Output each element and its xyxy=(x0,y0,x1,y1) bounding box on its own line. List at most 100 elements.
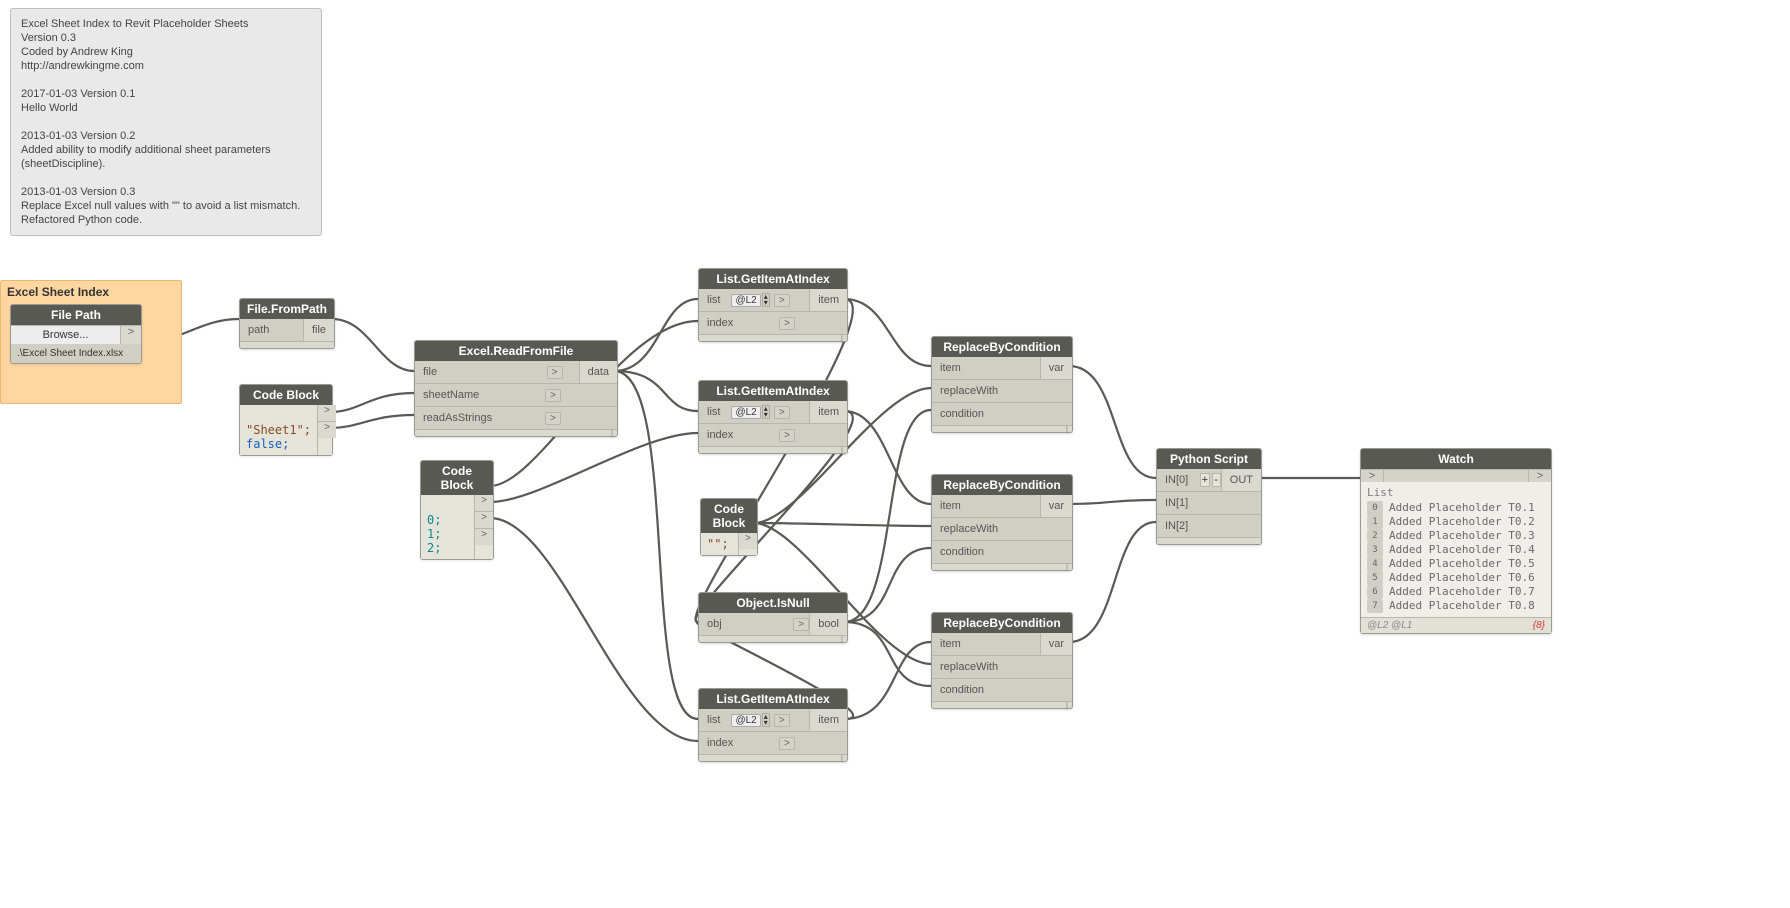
chevron-icon[interactable]: > xyxy=(774,294,790,307)
port-list[interactable]: list xyxy=(699,714,728,726)
code-line-1: 1; xyxy=(427,527,441,541)
chevron-icon[interactable]: > xyxy=(793,618,809,631)
chevron-icon[interactable]: > xyxy=(779,317,795,330)
port-path[interactable]: path xyxy=(240,324,277,336)
text-note[interactable]: Excel Sheet Index to Revit Placeholder S… xyxy=(10,8,322,236)
browse-button[interactable]: Browse... xyxy=(11,326,121,344)
add-input-button[interactable]: + xyxy=(1200,473,1209,487)
file-from-path-node[interactable]: File.FromPath path file xyxy=(239,298,335,349)
list-get-title: List.GetItemAtIndex xyxy=(699,689,847,709)
port-bool-out[interactable]: bool xyxy=(809,613,847,635)
watch-level-label: @L2 @L1 xyxy=(1367,620,1412,631)
port-list[interactable]: list xyxy=(699,294,728,306)
chevron-icon[interactable]: > xyxy=(779,429,795,442)
port-condition[interactable]: condition xyxy=(932,684,992,696)
port-index[interactable]: index xyxy=(699,737,741,749)
port-file[interactable]: file xyxy=(415,366,445,378)
watch-out-port[interactable]: > xyxy=(1528,470,1551,482)
port-in2[interactable]: IN[2] xyxy=(1157,520,1196,532)
level-stepper[interactable]: ▴▾ xyxy=(762,293,770,307)
chevron-icon[interactable]: > xyxy=(547,366,563,379)
list-get-item-b[interactable]: List.GetItemAtIndex list @L2 ▴▾ > item i… xyxy=(698,380,848,454)
code-block-sheet-name[interactable]: Code Block "Sheet1"; false; > > xyxy=(239,384,333,456)
code-line-empty: ""; xyxy=(707,537,729,551)
level-stepper[interactable]: ▴▾ xyxy=(762,405,770,419)
port-obj[interactable]: obj xyxy=(699,618,730,630)
port-index[interactable]: index xyxy=(699,429,741,441)
replace-by-condition-b[interactable]: ReplaceByCondition item var replaceWith … xyxy=(931,474,1073,571)
code-out-0[interactable]: > xyxy=(475,495,493,512)
code-line-false: false; xyxy=(246,437,289,451)
file-path-out-port[interactable]: > xyxy=(121,326,141,344)
chevron-icon[interactable]: > xyxy=(779,737,795,750)
port-in1[interactable]: IN[1] xyxy=(1157,497,1196,509)
port-replace-with[interactable]: replaceWith xyxy=(932,661,1006,673)
code-line-0: 0; xyxy=(427,513,441,527)
watch-item-text: Added Placeholder T0.1 xyxy=(1389,501,1535,515)
port-item-out[interactable]: item xyxy=(809,401,847,423)
port-read-as-strings[interactable]: readAsStrings xyxy=(415,412,500,424)
lacing-bar: | xyxy=(932,701,1072,708)
watch-item: 2Added Placeholder T0.3 xyxy=(1367,529,1545,543)
watch-item-index: 4 xyxy=(1367,557,1383,571)
port-out[interactable]: OUT xyxy=(1221,469,1261,491)
port-item[interactable]: item xyxy=(932,362,969,374)
lacing-bar: | xyxy=(699,754,847,761)
chevron-icon[interactable]: > xyxy=(774,714,790,727)
watch-title: Watch xyxy=(1361,449,1551,469)
lacing-bar xyxy=(240,341,334,348)
code-block-empty-string[interactable]: Code Block ""; > xyxy=(700,498,758,556)
code-block-title: Code Block xyxy=(701,499,757,533)
port-var-out[interactable]: var xyxy=(1040,495,1072,517)
port-var-out[interactable]: var xyxy=(1040,357,1072,379)
watch-item-index: 5 xyxy=(1367,571,1383,585)
chevron-icon[interactable]: > xyxy=(545,412,561,425)
port-item[interactable]: item xyxy=(932,500,969,512)
object-is-null-node[interactable]: Object.IsNull obj > bool | xyxy=(698,592,848,643)
port-item-out[interactable]: item xyxy=(809,289,847,311)
port-replace-with[interactable]: replaceWith xyxy=(932,523,1006,535)
watch-item-index: 7 xyxy=(1367,599,1383,613)
watch-item-text: Added Placeholder T0.6 xyxy=(1389,571,1535,585)
replace-title: ReplaceByCondition xyxy=(932,613,1072,633)
file-path-node[interactable]: File Path Browse... > .\Excel Sheet Inde… xyxy=(10,304,142,364)
code-out-2[interactable]: > xyxy=(318,422,336,438)
level-stepper[interactable]: ▴▾ xyxy=(762,713,770,727)
remove-input-button[interactable]: - xyxy=(1212,473,1221,487)
watch-in-port[interactable]: > xyxy=(1361,470,1384,482)
chevron-icon[interactable]: > xyxy=(774,406,790,419)
replace-by-condition-c[interactable]: ReplaceByCondition item var replaceWith … xyxy=(931,612,1073,709)
port-item-out[interactable]: item xyxy=(809,709,847,731)
port-list[interactable]: list xyxy=(699,406,728,418)
port-sheet-name[interactable]: sheetName xyxy=(415,389,487,401)
port-file-out[interactable]: file xyxy=(303,319,334,341)
port-condition[interactable]: condition xyxy=(932,408,992,420)
code-out[interactable]: > xyxy=(739,533,757,549)
port-in0[interactable]: IN[0] xyxy=(1157,474,1196,486)
watch-item: 4Added Placeholder T0.5 xyxy=(1367,557,1545,571)
code-out-1[interactable]: > xyxy=(475,512,493,529)
level-pill[interactable]: @L2 xyxy=(731,406,760,419)
python-script-node[interactable]: Python Script IN[0] + - OUT IN[1] IN[2] xyxy=(1156,448,1262,545)
watch-item-index: 1 xyxy=(1367,515,1383,529)
level-pill[interactable]: @L2 xyxy=(731,714,760,727)
port-index[interactable]: index xyxy=(699,317,741,329)
code-out-1[interactable]: > xyxy=(318,405,336,422)
level-pill[interactable]: @L2 xyxy=(731,294,760,307)
watch-item: 0Added Placeholder T0.1 xyxy=(1367,501,1545,515)
lacing-bar: | xyxy=(699,446,847,453)
replace-by-condition-a[interactable]: ReplaceByCondition item var replaceWith … xyxy=(931,336,1073,433)
list-get-item-c[interactable]: List.GetItemAtIndex list @L2 ▴▾ > item i… xyxy=(698,688,848,762)
code-block-indices[interactable]: Code Block 0; 1; 2; > > > xyxy=(420,460,494,560)
watch-node[interactable]: Watch > > List 0Added Placeholder T0.11A… xyxy=(1360,448,1552,634)
list-get-title: List.GetItemAtIndex xyxy=(699,269,847,289)
port-replace-with[interactable]: replaceWith xyxy=(932,385,1006,397)
chevron-icon[interactable]: > xyxy=(545,389,561,402)
list-get-item-a[interactable]: List.GetItemAtIndex list @L2 ▴▾ > item i… xyxy=(698,268,848,342)
port-condition[interactable]: condition xyxy=(932,546,992,558)
code-out-2[interactable]: > xyxy=(475,529,493,545)
port-data-out[interactable]: data xyxy=(579,361,617,383)
port-item[interactable]: item xyxy=(932,638,969,650)
excel-read-from-file-node[interactable]: Excel.ReadFromFile file > data sheetName… xyxy=(414,340,618,437)
port-var-out[interactable]: var xyxy=(1040,633,1072,655)
